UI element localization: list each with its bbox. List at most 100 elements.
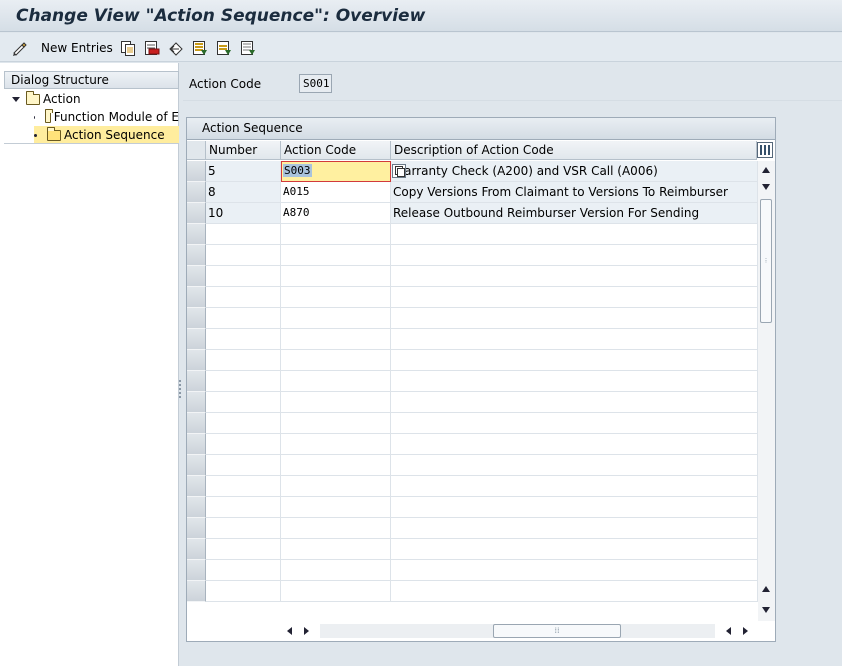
row-selector[interactable] xyxy=(187,329,206,350)
row-selector[interactable] xyxy=(187,245,206,266)
table-empty-cell[interactable] xyxy=(206,329,281,350)
deselect-all-button[interactable] xyxy=(240,39,256,57)
table-empty-cell[interactable] xyxy=(281,560,391,581)
table-empty-cell[interactable] xyxy=(206,476,281,497)
table-empty-cell[interactable] xyxy=(206,224,281,245)
cell-action-code-input[interactable]: S003 xyxy=(281,161,391,182)
tree-node-action[interactable]: Action xyxy=(12,90,81,108)
scroll-up-icon[interactable] xyxy=(762,167,770,173)
horizontal-scroll-thumb[interactable]: ⁞⁞ xyxy=(493,624,621,638)
undo-change-button[interactable] xyxy=(168,39,184,57)
horizontal-scroll-track[interactable]: ⁞⁞ xyxy=(320,624,715,638)
select-all-button[interactable] xyxy=(192,39,208,57)
row-selector[interactable] xyxy=(187,161,206,182)
table-empty-cell[interactable] xyxy=(281,266,391,287)
expand-triangle-icon[interactable] xyxy=(12,96,20,102)
row-selector[interactable] xyxy=(187,518,206,539)
change-display-button[interactable] xyxy=(12,39,28,57)
row-selector[interactable] xyxy=(187,371,206,392)
table-empty-cell[interactable] xyxy=(391,350,758,371)
copy-as-button[interactable] xyxy=(120,39,136,57)
table-empty-cell[interactable] xyxy=(391,287,758,308)
row-selector[interactable] xyxy=(187,539,206,560)
row-selector[interactable] xyxy=(187,308,206,329)
table-empty-cell[interactable] xyxy=(391,329,758,350)
scroll-right-icon[interactable] xyxy=(743,627,748,635)
table-empty-cell[interactable] xyxy=(206,371,281,392)
table-empty-cell[interactable] xyxy=(391,476,758,497)
table-empty-cell[interactable] xyxy=(206,245,281,266)
table-empty-cell[interactable] xyxy=(206,266,281,287)
table-empty-cell[interactable] xyxy=(391,224,758,245)
table-empty-cell[interactable] xyxy=(281,434,391,455)
table-empty-cell[interactable] xyxy=(391,560,758,581)
row-selector[interactable] xyxy=(187,434,206,455)
table-empty-cell[interactable] xyxy=(281,224,391,245)
table-empty-cell[interactable] xyxy=(391,245,758,266)
table-empty-cell[interactable] xyxy=(391,308,758,329)
table-empty-cell[interactable] xyxy=(206,581,281,602)
table-empty-cell[interactable] xyxy=(206,497,281,518)
scroll-down-icon[interactable] xyxy=(762,607,770,613)
table-empty-cell[interactable] xyxy=(281,308,391,329)
column-header-description[interactable]: Description of Action Code xyxy=(391,141,757,160)
table-empty-cell[interactable] xyxy=(281,350,391,371)
table-empty-cell[interactable] xyxy=(281,413,391,434)
table-empty-cell[interactable] xyxy=(391,371,758,392)
row-selector[interactable] xyxy=(187,581,206,602)
tree-node-action-sequence[interactable]: Action Sequence xyxy=(34,126,179,144)
table-empty-cell[interactable] xyxy=(281,539,391,560)
column-header-action-code[interactable]: Action Code xyxy=(281,141,391,160)
table-empty-cell[interactable] xyxy=(391,413,758,434)
vertical-scrollbar[interactable]: ⁝ xyxy=(758,161,775,621)
row-selector[interactable] xyxy=(187,413,206,434)
row-selector[interactable] xyxy=(187,350,206,371)
row-selector[interactable] xyxy=(187,392,206,413)
table-empty-cell[interactable] xyxy=(281,476,391,497)
row-selector[interactable] xyxy=(187,287,206,308)
table-empty-cell[interactable] xyxy=(206,560,281,581)
table-empty-cell[interactable] xyxy=(281,329,391,350)
scroll-right-icon[interactable] xyxy=(304,627,309,635)
scroll-up-icon[interactable] xyxy=(762,586,770,592)
horizontal-scrollbar[interactable]: ⁞⁞ xyxy=(280,621,758,641)
table-empty-cell[interactable] xyxy=(391,266,758,287)
delete-button[interactable] xyxy=(144,39,160,57)
table-settings-icon[interactable] xyxy=(757,142,773,158)
table-empty-cell[interactable] xyxy=(206,287,281,308)
row-selector[interactable] xyxy=(187,455,206,476)
table-empty-cell[interactable] xyxy=(206,413,281,434)
table-empty-cell[interactable] xyxy=(391,434,758,455)
table-empty-cell[interactable] xyxy=(281,497,391,518)
table-empty-cell[interactable] xyxy=(206,434,281,455)
table-empty-cell[interactable] xyxy=(391,455,758,476)
tree-node-function-module[interactable]: Function Module of E xyxy=(34,108,179,126)
table-empty-cell[interactable] xyxy=(281,518,391,539)
select-all-rows-corner[interactable] xyxy=(187,141,206,160)
row-selector[interactable] xyxy=(187,497,206,518)
column-header-number[interactable]: Number xyxy=(206,141,281,160)
pane-splitter-handle[interactable] xyxy=(179,378,182,400)
table-empty-cell[interactable] xyxy=(391,518,758,539)
cell-action-code-input[interactable]: A870 xyxy=(281,203,391,224)
table-empty-cell[interactable] xyxy=(281,287,391,308)
row-selector[interactable] xyxy=(187,224,206,245)
scroll-left-icon[interactable] xyxy=(726,627,731,635)
table-empty-cell[interactable] xyxy=(206,350,281,371)
table-empty-cell[interactable] xyxy=(391,497,758,518)
table-empty-cell[interactable] xyxy=(206,455,281,476)
table-empty-cell[interactable] xyxy=(391,539,758,560)
table-empty-cell[interactable] xyxy=(206,308,281,329)
table-empty-cell[interactable] xyxy=(281,245,391,266)
row-selector[interactable] xyxy=(187,182,206,203)
table-empty-cell[interactable] xyxy=(206,539,281,560)
row-selector[interactable] xyxy=(187,476,206,497)
select-block-button[interactable] xyxy=(216,39,232,57)
table-empty-cell[interactable] xyxy=(281,392,391,413)
row-selector[interactable] xyxy=(187,203,206,224)
cell-action-code-input[interactable]: A015 xyxy=(281,182,391,203)
row-selector[interactable] xyxy=(187,560,206,581)
table-empty-cell[interactable] xyxy=(206,518,281,539)
value-help-icon[interactable] xyxy=(392,164,406,178)
new-entries-button[interactable]: New Entries xyxy=(41,39,113,57)
